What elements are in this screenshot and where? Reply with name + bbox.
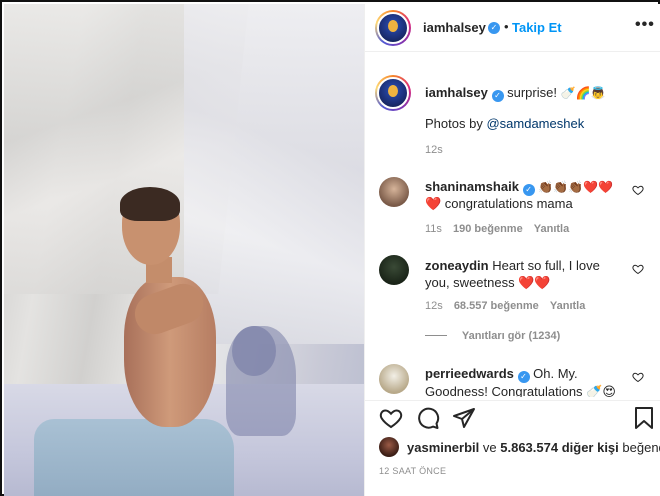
caption-line: iamhalsey ✓ surprise! 🍼🌈👼	[425, 84, 651, 102]
share-icon[interactable]	[452, 406, 476, 430]
heart-icon[interactable]	[379, 406, 403, 430]
replies-divider	[425, 335, 447, 336]
comment-likes[interactable]: 68.557 beğenme	[454, 300, 539, 312]
comment-likes[interactable]: 190 beğenme	[453, 223, 523, 235]
bookmark-icon[interactable]	[633, 406, 655, 430]
caption-avatar[interactable]	[375, 75, 411, 111]
caption-credit: Photos by @samdameshek	[425, 115, 584, 132]
comment-time[interactable]: 12s	[425, 300, 443, 312]
post-side-panel: iamhalsey ✓ • Takip Et ••• iamhalsey ✓ s…	[364, 4, 660, 496]
comment-emoji-line: 👏🏾👏🏾👏🏾❤️❤️	[538, 180, 613, 194]
comment-body: shaninamshaik ✓ 👏🏾👏🏾👏🏾❤️❤️	[425, 178, 625, 196]
comment-text: ❤️ congratulations mama	[425, 196, 573, 211]
photos-by-prefix: Photos by	[425, 116, 483, 131]
post-timestamp[interactable]: 12 SAAT ÖNCE	[379, 466, 446, 476]
verified-badge-icon: ✓	[491, 90, 504, 102]
comment-meta: 12s 68.557 beğenme Yanıtla	[425, 300, 585, 312]
post-frame: iamhalsey ✓ • Takip Et ••• iamhalsey ✓ s…	[0, 0, 660, 496]
hair	[120, 187, 180, 221]
verified-badge-icon: ✓	[517, 371, 530, 383]
comment-body: perrieedwards ✓ Oh. My. Goodness! Congra…	[425, 365, 631, 397]
header-username[interactable]: iamhalsey	[423, 20, 486, 35]
view-replies-label[interactable]: Yanıtları gör (1234)	[462, 330, 560, 342]
comment-username[interactable]: perrieedwards	[425, 366, 514, 381]
comment-body: zoneaydin Heart so full, I love you, swe…	[425, 257, 625, 291]
liker-username[interactable]: yasminerbil	[407, 440, 479, 455]
follow-button[interactable]: Takip Et	[512, 20, 562, 35]
comment-like-heart-icon[interactable]	[632, 184, 644, 196]
actions-divider	[365, 400, 660, 401]
liker-avatar[interactable]	[379, 437, 399, 457]
jeans	[34, 419, 234, 496]
caption-time[interactable]: 12s	[425, 144, 443, 156]
header-separator: •	[504, 19, 509, 34]
likes-others-count[interactable]: 5.863.574 diğer kişi	[500, 440, 619, 455]
view-replies-button[interactable]: Yanıtları gör (1234)	[425, 330, 560, 342]
caption-avatar-image	[377, 77, 409, 109]
post-header: iamhalsey ✓ • Takip Et •••	[365, 4, 660, 52]
comment-like-heart-icon[interactable]	[632, 263, 644, 275]
caption-username[interactable]: iamhalsey	[425, 85, 488, 100]
reply-button[interactable]: Yanıtla	[550, 300, 585, 312]
caption-text: surprise!	[507, 85, 557, 100]
comment-meta: 11s 190 beğenme Yanıtla	[425, 223, 569, 235]
comment-username[interactable]: zoneaydin	[425, 258, 489, 273]
reply-button[interactable]: Yanıtla	[534, 223, 569, 235]
verified-badge-icon: ✓	[488, 22, 500, 34]
caption-emojis: 🍼🌈👼	[560, 86, 606, 100]
commenter-avatar[interactable]	[379, 364, 409, 394]
likes-connector: ve	[482, 440, 497, 455]
commenter-avatar[interactable]	[379, 177, 409, 207]
likes-summary: yasminerbil ve 5.863.574 diğer kişi beğe…	[407, 439, 660, 456]
author-avatar-image	[377, 12, 409, 44]
author-avatar[interactable]	[375, 10, 411, 46]
comment-like-heart-icon[interactable]	[632, 371, 644, 383]
comment-icon[interactable]	[416, 406, 440, 430]
commenter-avatar[interactable]	[379, 255, 409, 285]
person-figure	[34, 187, 244, 496]
likes-suffix: beğendi	[622, 440, 660, 455]
comment-username[interactable]: shaninamshaik	[425, 179, 519, 194]
post-photo[interactable]	[4, 4, 364, 496]
comment-time[interactable]: 11s	[425, 223, 442, 235]
photographer-link[interactable]: @samdameshek	[486, 116, 584, 131]
more-dots-icon[interactable]: •••	[635, 16, 655, 34]
